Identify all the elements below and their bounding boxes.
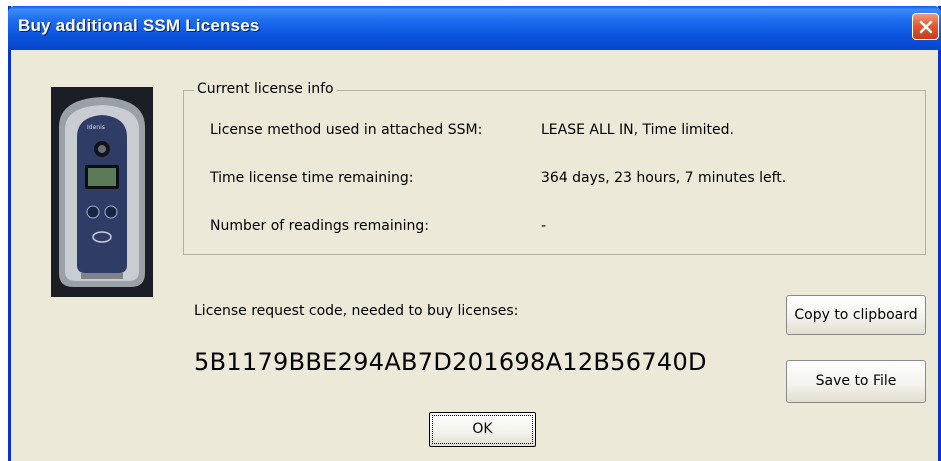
request-code-label: License request code, needed to buy lice… bbox=[194, 303, 519, 319]
license-method-label: License method used in attached SSM: bbox=[210, 122, 483, 138]
readings-remaining-value: - bbox=[541, 218, 547, 234]
svg-text:Idenis: Idenis bbox=[87, 124, 105, 131]
readings-remaining-label: Number of readings remaining: bbox=[210, 218, 429, 234]
device-image: Idenis bbox=[51, 87, 153, 297]
time-remaining-value: 364 days, 23 hours, 7 minutes left. bbox=[541, 170, 787, 186]
save-to-file-button[interactable]: Save to File bbox=[786, 360, 926, 403]
dialog-window: Buy additional SSM Licenses Idenis Curre… bbox=[8, 6, 941, 461]
time-remaining-label: Time license time remaining: bbox=[210, 170, 414, 186]
close-icon bbox=[919, 20, 933, 34]
license-info-legend: Current license info bbox=[194, 81, 337, 97]
request-code-value: 5B1179BBE294AB7D201698A12B56740D bbox=[194, 348, 707, 376]
license-method-value: LEASE ALL IN, Time limited. bbox=[541, 122, 734, 138]
window-title: Buy additional SSM Licenses bbox=[18, 16, 260, 35]
ok-button-label: OK bbox=[432, 415, 533, 444]
close-button[interactable] bbox=[912, 13, 939, 40]
copy-to-clipboard-button[interactable]: Copy to clipboard bbox=[786, 295, 926, 335]
title-bar[interactable]: Buy additional SSM Licenses bbox=[8, 6, 941, 50]
license-info-group: Current license info License method used… bbox=[183, 81, 926, 255]
ok-button[interactable]: OK bbox=[429, 412, 536, 447]
